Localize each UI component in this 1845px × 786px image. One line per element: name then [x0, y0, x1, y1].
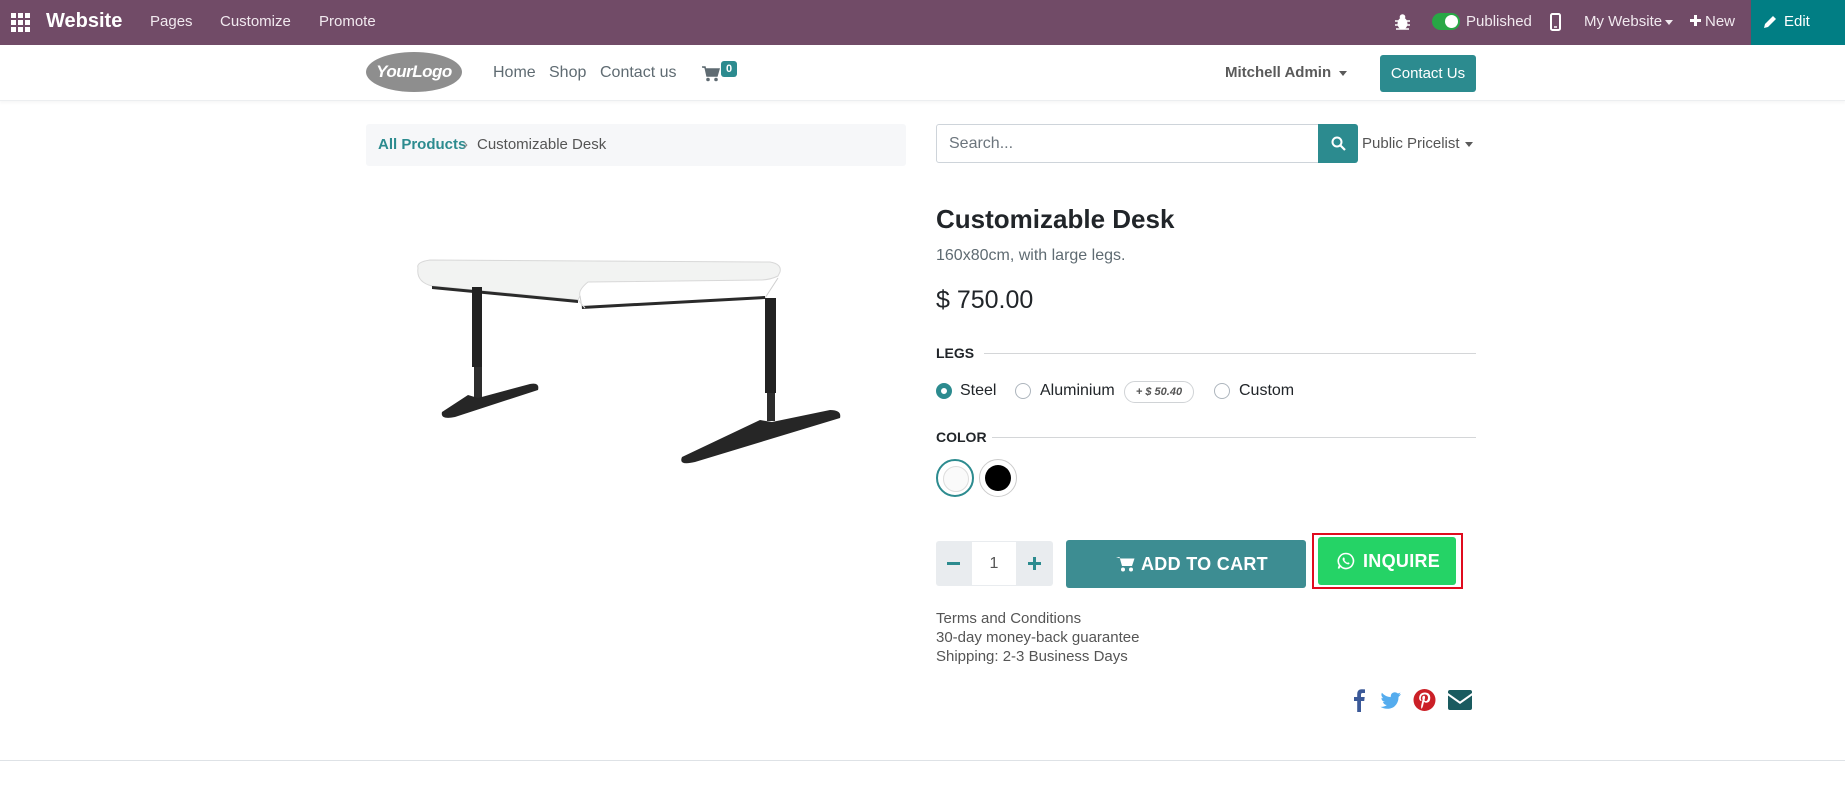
user-name: Mitchell Admin: [1225, 64, 1332, 81]
plus-icon: [1690, 15, 1701, 26]
attribute-legs-heading: LEGS: [936, 345, 975, 361]
legs-option-steel-label[interactable]: Steel: [960, 382, 996, 400]
pricelist-label: Public Pricelist: [1362, 135, 1460, 152]
product-price: $ 750.00: [936, 286, 1034, 314]
breadcrumb-separator-icon: ›: [463, 136, 468, 153]
plus-icon: [1028, 557, 1041, 570]
add-to-cart-label: ADD TO CART: [1141, 554, 1268, 574]
website-selector[interactable]: My Website: [1584, 13, 1674, 30]
shipping-info-text: Shipping: 2-3 Business Days: [936, 648, 1128, 665]
pencil-icon: [1764, 16, 1776, 28]
breadcrumb-all-products[interactable]: All Products: [378, 136, 466, 153]
nav-home[interactable]: Home: [493, 64, 536, 82]
breadcrumb-current: Customizable Desk: [477, 136, 607, 153]
nav-shop[interactable]: Shop: [549, 64, 586, 82]
legs-option-steel-radio[interactable]: [936, 383, 952, 399]
extra-price-badge: + $ 50.40: [1124, 381, 1194, 403]
footer-divider: [0, 760, 1845, 761]
published-label[interactable]: Published: [1466, 13, 1532, 30]
product-image[interactable]: [410, 250, 860, 550]
apps-grid-icon[interactable]: [11, 13, 31, 33]
quantity-increase-button[interactable]: [1017, 541, 1053, 586]
email-icon[interactable]: [1448, 688, 1472, 712]
pricelist-dropdown[interactable]: Public Pricelist: [1362, 135, 1473, 152]
menu-pages[interactable]: Pages: [150, 13, 193, 30]
terms-and-conditions-link[interactable]: Terms and Conditions: [936, 610, 1081, 627]
legs-option-aluminium-label[interactable]: Aluminium: [1040, 382, 1115, 400]
website-header: [0, 45, 1845, 101]
app-brand[interactable]: Website: [46, 10, 122, 33]
minus-icon: [947, 562, 960, 565]
legs-option-aluminium-radio[interactable]: [1015, 383, 1031, 399]
cart-icon[interactable]: [702, 66, 720, 82]
contact-us-button[interactable]: Contact Us: [1380, 55, 1476, 92]
chevron-down-icon: [1665, 19, 1674, 25]
edit-label: Edit: [1784, 13, 1810, 30]
search-icon: [1331, 136, 1346, 151]
quantity-input[interactable]: [971, 541, 1017, 586]
admin-navbar: Website Pages Customize Promote Publishe…: [0, 0, 1845, 45]
inquire-label: INQUIRE: [1363, 551, 1441, 571]
color-swatch-white[interactable]: [936, 459, 974, 497]
product-description: 160x80cm, with large legs.: [936, 247, 1126, 264]
nav-contact-us[interactable]: Contact us: [600, 64, 676, 82]
twitter-icon[interactable]: [1379, 688, 1403, 712]
attribute-color-heading: COLOR: [936, 429, 987, 445]
inquire-whatsapp-button[interactable]: INQUIRE: [1318, 537, 1456, 585]
site-logo[interactable]: YourLogo: [366, 52, 462, 92]
chevron-down-icon: [1464, 141, 1473, 147]
legs-option-custom-label[interactable]: Custom: [1239, 382, 1294, 400]
quantity-decrease-button[interactable]: [936, 541, 971, 586]
cart-count-badge: 0: [721, 61, 737, 77]
divider: [984, 353, 1476, 354]
legs-option-custom-radio[interactable]: [1214, 383, 1230, 399]
menu-promote[interactable]: Promote: [319, 13, 376, 30]
bug-icon[interactable]: [1394, 13, 1411, 31]
pinterest-icon[interactable]: [1413, 688, 1436, 712]
add-to-cart-button[interactable]: ADD TO CART: [1066, 540, 1306, 588]
divider: [992, 437, 1476, 438]
facebook-icon[interactable]: [1353, 688, 1365, 712]
whatsapp-icon: [1337, 552, 1355, 570]
breadcrumb: All Products › Customizable Desk: [366, 124, 906, 166]
color-swatch-black[interactable]: [979, 459, 1017, 497]
menu-customize[interactable]: Customize: [220, 13, 291, 30]
new-label: New: [1705, 13, 1736, 30]
money-back-guarantee-text: 30-day money-back guarantee: [936, 629, 1140, 646]
user-menu[interactable]: Mitchell Admin: [1225, 64, 1348, 81]
published-toggle[interactable]: [1432, 13, 1460, 30]
search-button[interactable]: [1318, 124, 1358, 163]
edit-button[interactable]: Edit: [1751, 0, 1845, 45]
chevron-down-icon: [1339, 70, 1348, 76]
search-input[interactable]: [936, 124, 1319, 163]
mobile-preview-icon[interactable]: [1550, 13, 1561, 31]
product-title: Customizable Desk: [936, 204, 1175, 234]
website-selector-label: My Website: [1584, 13, 1663, 30]
new-button[interactable]: New: [1690, 13, 1735, 30]
cart-icon: [1116, 557, 1135, 572]
